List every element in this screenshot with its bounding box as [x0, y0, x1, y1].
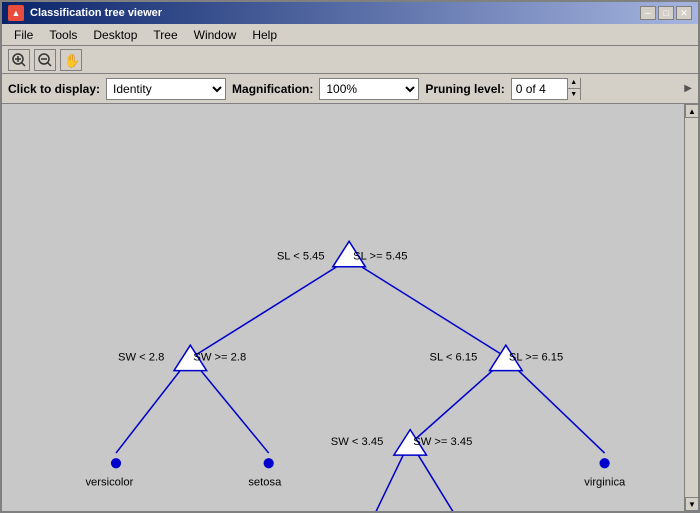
menu-help[interactable]: Help	[244, 26, 285, 44]
zoom-out-button[interactable]	[34, 49, 56, 71]
menu-tree[interactable]: Tree	[145, 26, 185, 44]
node-left-left-label: SW < 2.8	[118, 351, 164, 363]
maximize-button[interactable]: □	[658, 6, 674, 20]
magnification-label: Magnification:	[232, 82, 313, 96]
edge-left-lr	[193, 361, 268, 453]
scrollbar-right: ▲ ▼	[684, 104, 698, 511]
edge-root-left	[190, 260, 348, 359]
magnification-select[interactable]: 100%	[319, 78, 419, 100]
pruning-down-button[interactable]: ▼	[568, 89, 580, 100]
edge-left-ll	[116, 361, 187, 453]
title-controls: ─ □ ✕	[640, 6, 692, 20]
pruning-level-input[interactable]	[512, 79, 567, 99]
scroll-up-button[interactable]: ▲	[685, 104, 698, 118]
leaf-versicolor-left-label: versicolor	[85, 477, 133, 489]
minimize-button[interactable]: ─	[640, 6, 656, 20]
close-button[interactable]: ✕	[676, 6, 692, 20]
zoom-in-icon	[11, 52, 27, 68]
menu-file[interactable]: File	[6, 26, 41, 44]
pruning-level-label: Pruning level:	[425, 82, 504, 96]
edge-right-rr	[509, 361, 605, 453]
controls-bar: Click to display: Identity Magnification…	[2, 74, 698, 104]
title-bar: ▲ Classification tree viewer ─ □ ✕	[2, 2, 698, 24]
edge-rl-rll	[366, 447, 407, 511]
click-to-display-label: Click to display:	[8, 82, 100, 96]
svg-text:✋: ✋	[64, 53, 79, 68]
window-title: Classification tree viewer	[30, 7, 162, 19]
click-to-display-select[interactable]: Identity	[106, 78, 226, 100]
menu-bar: File Tools Desktop Tree Window Help	[2, 24, 698, 46]
title-bar-left: ▲ Classification tree viewer	[8, 5, 162, 21]
menu-tools[interactable]: Tools	[41, 26, 85, 44]
tree-canvas[interactable]: SL < 5.45 SL >= 5.45 SW < 2.8 SW >= 2.8 …	[2, 104, 684, 511]
node-rl-right-label: SW >= 3.45	[413, 436, 472, 448]
edge-root-right	[350, 260, 508, 359]
pan-button[interactable]: ✋	[60, 49, 82, 71]
node-root-right-label: SL >= 5.45	[353, 251, 407, 263]
corner-arrow-icon: ▶	[684, 83, 692, 94]
main-window: ▲ Classification tree viewer ─ □ ✕ File …	[0, 0, 700, 513]
node-root-left-label: SL < 5.45	[277, 251, 325, 263]
leaf-virginica-label: virginica	[584, 477, 626, 489]
scroll-track	[685, 118, 698, 497]
pruning-up-button[interactable]: ▲	[568, 78, 580, 89]
pan-icon: ✋	[63, 52, 79, 68]
edge-rl-rlr	[413, 447, 465, 511]
app-icon: ▲	[8, 5, 24, 21]
tree-svg: SL < 5.45 SL >= 5.45 SW < 2.8 SW >= 2.8 …	[2, 104, 684, 511]
zoom-in-button[interactable]	[8, 49, 30, 71]
node-right-right-label: SL >= 6.15	[509, 351, 563, 363]
leaf-virginica[interactable]	[600, 458, 610, 468]
zoom-out-icon	[37, 52, 53, 68]
main-content: SL < 5.45 SL >= 5.45 SW < 2.8 SW >= 2.8 …	[2, 104, 698, 511]
toolbar: ✋	[2, 46, 698, 74]
node-left-right-label: SW >= 2.8	[193, 351, 246, 363]
node-right-left-label: SL < 6.15	[430, 351, 478, 363]
menu-window[interactable]: Window	[186, 26, 245, 44]
scroll-down-button[interactable]: ▼	[685, 497, 698, 511]
leaf-setosa-left-label: setosa	[248, 477, 282, 489]
node-rl-left-label: SW < 3.45	[331, 436, 384, 448]
leaf-setosa-left[interactable]	[264, 458, 274, 468]
menu-desktop[interactable]: Desktop	[85, 26, 145, 44]
leaf-versicolor-left[interactable]	[111, 458, 121, 468]
edge-right-rl	[411, 361, 503, 442]
